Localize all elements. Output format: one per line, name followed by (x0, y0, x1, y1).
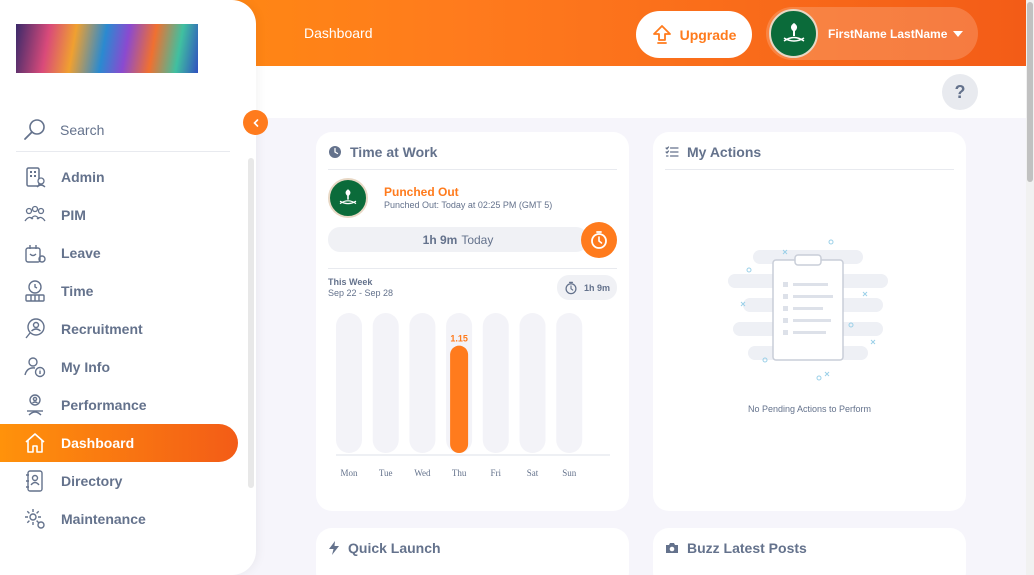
week-label: This Week (328, 277, 373, 287)
avatar (769, 9, 818, 58)
x-tick-label: Tue (379, 468, 393, 478)
bar-track (556, 313, 583, 453)
upgrade-button[interactable]: Upgrade (636, 11, 752, 58)
sidebar-item-label: My Info (61, 359, 110, 375)
data-label: 1.15 (450, 334, 468, 344)
quick-launch-card: Quick Launch (316, 528, 629, 575)
pim-icon (22, 202, 48, 228)
today-hours-pill: 1h 9m Today (328, 227, 588, 252)
card-title: Quick Launch (348, 540, 441, 556)
x-tick-label: Sun (562, 468, 577, 478)
maintenance-icon (22, 506, 48, 532)
chevron-left-icon (252, 118, 258, 127)
sidebar-item-label: Performance (61, 397, 147, 413)
sidebar-item-time[interactable]: Time (0, 272, 256, 310)
sidebar: Admin PIM Leave Time Recruitment My Info Perfo… (0, 0, 256, 575)
scrollbar-thumb[interactable] (1027, 2, 1033, 182)
sidebar-item-label: PIM (61, 207, 86, 223)
card-title: Time at Work (350, 144, 438, 160)
main-menu: Admin PIM Leave Time Recruitment My Info Perfo… (0, 158, 256, 538)
sidebar-item-pim[interactable]: PIM (0, 196, 256, 234)
sidebar-item-label: Admin (61, 169, 105, 185)
x-tick-label: Wed (414, 468, 431, 478)
bar[interactable] (450, 345, 469, 453)
attendance-timer-button[interactable] (581, 222, 617, 258)
directory-icon (22, 468, 48, 494)
user-name: FirstName LastName (828, 26, 948, 41)
recruitment-icon (22, 316, 48, 342)
bar-track (409, 313, 436, 453)
week-total-pill: 1h 9m (557, 275, 617, 300)
week-total: 1h 9m (583, 282, 610, 293)
search-box[interactable] (16, 108, 230, 152)
time-icon (22, 278, 48, 304)
card-title: My Actions (687, 144, 762, 160)
divider (328, 268, 617, 269)
brand-logo (16, 24, 198, 73)
sidebar-item-admin[interactable]: Admin (0, 158, 256, 196)
search-icon (24, 118, 45, 140)
camera-icon (666, 543, 678, 553)
lightning-icon (329, 541, 339, 555)
today-label: Today (461, 232, 494, 247)
collapse-sidebar-button[interactable] (243, 110, 268, 135)
stopwatch-icon (591, 231, 607, 249)
sidebar-item-label: Directory (61, 473, 123, 489)
search-input[interactable] (60, 121, 210, 138)
bar-track (372, 313, 399, 453)
sidebar-item-performance[interactable]: Performance (0, 386, 256, 424)
avatar (328, 178, 368, 218)
sidebar-item-maintenance[interactable]: Maintenance (0, 500, 256, 538)
page-scrollbar[interactable] (1026, 0, 1034, 575)
user-dropdown[interactable]: FirstName LastName (766, 7, 978, 60)
sidebar-item-recruitment[interactable]: Recruitment (0, 310, 256, 348)
card-title: Buzz Latest Posts (687, 540, 807, 556)
upgrade-icon (652, 24, 671, 44)
empty-clipboard-illustration (728, 239, 888, 381)
clock-icon (329, 146, 341, 158)
week-range: Sep 22 - Sep 28 (328, 288, 394, 298)
sidebar-item-label: Recruitment (61, 321, 143, 337)
x-tick-label: Mon (340, 468, 358, 478)
performance-icon (22, 392, 48, 418)
today-hours: 1h 9m (422, 232, 458, 247)
x-tick-label: Fri (491, 468, 502, 478)
bar-track (336, 313, 362, 453)
my-actions-card: My Actions No Pending Actions to Perform (653, 132, 966, 511)
sidebar-item-label: Time (61, 283, 94, 299)
leave-icon (22, 240, 48, 266)
sidebar-item-dashboard[interactable]: Dashboard (0, 424, 238, 462)
home-icon (22, 430, 48, 456)
divider (328, 169, 617, 170)
page-title: Dashboard (304, 25, 373, 41)
sidebar-scrollbar[interactable] (248, 158, 254, 488)
help-button[interactable]: ? (942, 74, 978, 110)
caret-down-icon (953, 30, 964, 37)
divider (665, 169, 954, 170)
x-tick-label: Thu (452, 468, 467, 478)
time-at-work-card: Time at Work Punched Out Punched Out: To… (316, 132, 629, 511)
sub-header (256, 66, 1026, 118)
list-icon (665, 146, 679, 157)
weekly-hours-chart: Mon Tue Wed 1.15 Thu Fri Sat Sun (336, 313, 610, 478)
sidebar-item-label: Maintenance (61, 511, 146, 527)
upgrade-label: Upgrade (679, 26, 737, 43)
empty-state-text: No Pending Actions to Perform (747, 404, 872, 414)
punch-status-detail: Punched Out: Today at 02:25 PM (GMT 5) (384, 200, 553, 210)
punch-status: Punched Out (384, 185, 459, 199)
stopwatch-icon (565, 281, 577, 294)
x-tick-label: Sat (527, 468, 539, 478)
sidebar-item-label: Leave (61, 245, 101, 261)
sidebar-item-my-info[interactable]: My Info (0, 348, 256, 386)
bar-track (519, 313, 546, 453)
buzz-latest-posts-card: Buzz Latest Posts (653, 528, 966, 575)
sidebar-item-leave[interactable]: Leave (0, 234, 256, 272)
bar-track (482, 313, 509, 453)
my-info-icon (22, 354, 48, 380)
sidebar-item-directory[interactable]: Directory (0, 462, 256, 500)
admin-icon (22, 164, 48, 190)
sidebar-item-label: Dashboard (61, 435, 135, 451)
